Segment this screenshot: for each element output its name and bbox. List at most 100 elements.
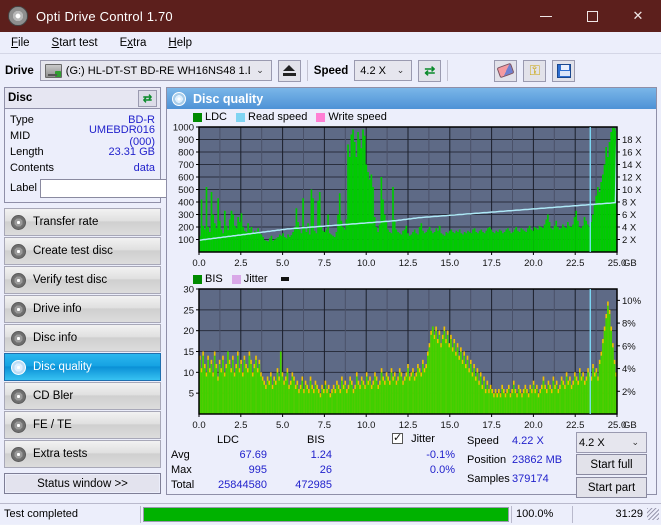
svg-text:12.5: 12.5	[399, 258, 418, 269]
sidebar-item-cd-bler[interactable]: CD Bler	[4, 382, 161, 410]
main-body: Disc ⇄ Type BD-R MID UMEBDR016 (000) Len…	[0, 87, 661, 498]
svg-text:10 X: 10 X	[622, 185, 642, 196]
sidebar-item-label: CD Bler	[33, 390, 74, 402]
svg-text:6 X: 6 X	[622, 210, 637, 221]
svg-text:700: 700	[178, 160, 194, 171]
disc-icon	[11, 301, 26, 317]
sidebar-item-disc-info[interactable]: Disc info	[4, 324, 161, 352]
statistics-panel: LDC BIS Jitter Avg 67.69 1.24 -0.1% Max …	[167, 431, 656, 498]
svg-text:500: 500	[178, 185, 194, 196]
ldc-legend: LDC Read speed Write speed	[167, 109, 656, 124]
sidebar-item-drive-info[interactable]: Drive info	[4, 295, 161, 323]
disc-quality-panel: Disc quality LDC Read speed Write speed …	[166, 87, 657, 498]
sidebar-item-extra-tests[interactable]: Extra tests	[4, 440, 161, 468]
disc-refresh-button[interactable]: ⇄	[138, 89, 157, 107]
svg-text:15.0: 15.0	[441, 258, 460, 269]
start-part-button[interactable]: Start part	[576, 477, 647, 498]
stats-avg-jitter: -0.1%	[426, 449, 455, 461]
svg-text:10.0: 10.0	[357, 258, 376, 269]
svg-text:8%: 8%	[622, 319, 636, 330]
disc-type-label: Type	[10, 114, 34, 126]
svg-text:900: 900	[178, 135, 194, 146]
stats-row-avg-label: Avg	[171, 449, 190, 461]
eject-button[interactable]	[277, 59, 301, 82]
legend-label-ldc: LDC	[205, 111, 228, 123]
erase-button[interactable]	[494, 59, 518, 82]
eraser-icon	[496, 62, 515, 79]
disc-row-mid: MID UMEBDR016 (000)	[10, 124, 155, 148]
stats-total-bis: 472985	[295, 479, 332, 491]
chevron-down-icon: ⌄	[631, 437, 639, 447]
svg-text:10.0: 10.0	[357, 420, 376, 431]
svg-text:1000: 1000	[173, 124, 194, 134]
window-title: Opti Drive Control 1.70	[36, 8, 173, 24]
legend-label-bis: BIS	[205, 273, 223, 285]
svg-text:GB: GB	[623, 420, 637, 431]
svg-text:20: 20	[183, 326, 194, 337]
speed-select[interactable]: 4.2 X ⌄	[354, 60, 413, 81]
sidebar-item-disc-quality[interactable]: Disc quality	[4, 353, 161, 381]
disc-length-value: 23.31 GB	[108, 146, 155, 158]
sidebar-item-label: Disc info	[33, 332, 78, 344]
test-nav: Transfer rate Create test disc Verify te…	[4, 208, 161, 468]
stats-col-ldc: LDC	[217, 434, 240, 446]
chevron-down-icon: ⌄	[256, 65, 264, 75]
menu-start-test[interactable]: Start test	[49, 36, 101, 50]
result-speed-select[interactable]: 4.2 X ⌄	[576, 432, 647, 453]
disc-icon	[11, 214, 26, 230]
drive-label: Drive	[5, 64, 34, 77]
sidebar-item-label: FE / TE	[33, 419, 72, 431]
menu-help[interactable]: Help	[165, 36, 195, 50]
chevron-down-icon: ⌄	[396, 65, 405, 75]
bis-chart[interactable]: 5 10 15 20 25 30 2% 4% 6% 8% 10% 0.0 2.5 5.0 7.5 10.0 12…	[167, 286, 656, 432]
legend-label-jitter: Jitter	[243, 273, 268, 285]
svg-text:7.5: 7.5	[318, 420, 331, 431]
save-button[interactable]	[552, 59, 576, 82]
svg-text:200: 200	[178, 223, 194, 234]
sidebar-item-fe-te[interactable]: FE / TE	[4, 411, 161, 439]
legend-swatch-bis	[193, 274, 202, 284]
svg-text:25: 25	[183, 305, 194, 316]
page-title: Disc quality	[193, 91, 264, 106]
status-message: Test completed	[4, 508, 78, 520]
stats-col-bis: BIS	[307, 434, 325, 446]
menu-extra[interactable]: Extra	[117, 36, 150, 50]
close-button[interactable]: ✕	[615, 0, 661, 32]
svg-text:800: 800	[178, 148, 194, 159]
legend-swatch-extra	[280, 277, 289, 281]
jitter-checkbox[interactable]: Jitter	[392, 431, 435, 445]
disc-icon	[11, 272, 26, 288]
stats-avg-ldc: 67.69	[239, 449, 267, 461]
start-full-button[interactable]: Start full	[576, 454, 647, 475]
minimize-button[interactable]	[523, 0, 569, 32]
position-stat-label: Position	[467, 454, 507, 466]
jitter-label: Jitter	[411, 433, 435, 445]
result-speed-value: 4.2 X	[579, 436, 605, 449]
menu-bar: File Start test Extra Help	[0, 32, 661, 54]
sidebar-item-transfer-rate[interactable]: Transfer rate	[4, 208, 161, 236]
ldc-chart[interactable]: 100 200 300 400 500 600 700 800 900 1000 2 X4 X 6 X…	[167, 124, 656, 270]
legend-label-write-speed: Write speed	[328, 111, 387, 123]
refresh-button[interactable]: ⇄	[418, 59, 442, 82]
sidebar-item-create-test-disc[interactable]: Create test disc	[4, 237, 161, 265]
resize-grip-icon[interactable]	[647, 508, 659, 520]
sidebar-item-label: Transfer rate	[33, 216, 99, 228]
disc-info-list: Type BD-R MID UMEBDR016 (000) Length 23.…	[5, 109, 242, 202]
disc-quality-icon	[172, 91, 186, 106]
sidebar-item-verify-test-disc[interactable]: Verify test disc	[4, 266, 161, 294]
drive-select[interactable]: (G:) HL-DT-ST BD-RE WH16NS48 1.D3 ⌄	[39, 60, 272, 81]
disc-contents-value: data	[133, 162, 155, 174]
disc-row-contents: Contents data	[10, 160, 155, 176]
svg-text:18 X: 18 X	[622, 135, 642, 146]
sidebar-item-label: Drive info	[33, 303, 82, 315]
stats-max-bis: 26	[319, 464, 332, 476]
disc-contents-label: Contents	[10, 162, 55, 174]
status-window-button[interactable]: Status window >>	[4, 473, 161, 494]
svg-text:14 X: 14 X	[622, 160, 642, 171]
menu-file[interactable]: File	[8, 36, 33, 50]
maximize-button[interactable]	[569, 0, 615, 32]
keys-button[interactable]: ⚿	[523, 59, 547, 82]
svg-text:2.5: 2.5	[234, 420, 247, 431]
svg-text:8 X: 8 X	[622, 198, 637, 209]
progress-text: 100.0%	[516, 508, 554, 520]
